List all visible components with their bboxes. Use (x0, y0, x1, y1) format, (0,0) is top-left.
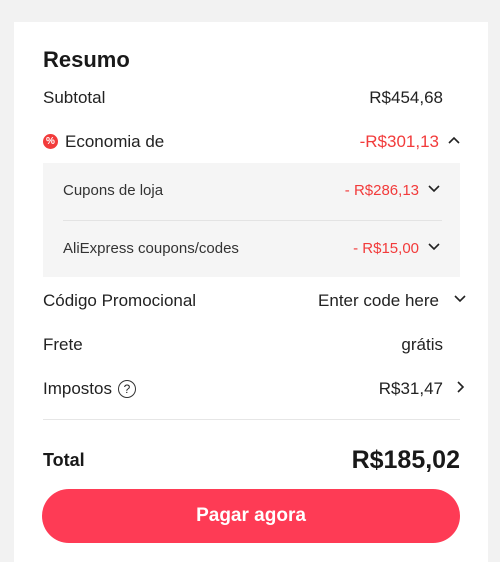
aliexpress-coupons-label: AliExpress coupons/codes (63, 240, 239, 257)
promo-code-row[interactable]: Código Promocional Enter code here (43, 287, 466, 317)
savings-breakdown: Cupons de loja - R$286,13 AliExpress cou… (43, 163, 460, 277)
taxes-value: R$31,47 (378, 379, 443, 398)
store-coupons-value: - R$286,13 (344, 182, 419, 199)
discount-icon: % (43, 134, 58, 149)
shipping-label: Frete (43, 335, 83, 354)
aliexpress-coupons-row[interactable]: AliExpress coupons/codes - R$15,00 (63, 233, 443, 263)
taxes-label-group: Impostos? (43, 379, 136, 399)
savings-value: -R$301,13 (359, 132, 439, 151)
order-summary-card: Resumo Subtotal R$454,68 % Economia de -… (14, 22, 488, 562)
taxes-label: Impostos (43, 379, 112, 398)
help-icon[interactable]: ? (117, 380, 136, 398)
chevron-up-icon[interactable] (445, 131, 463, 149)
promo-code-label: Código Promocional (43, 291, 197, 310)
chevron-down-icon[interactable] (451, 290, 469, 308)
shipping-value: grátis (401, 335, 443, 354)
pay-now-button[interactable]: Pagar agora (42, 489, 460, 543)
breakdown-divider (63, 220, 442, 221)
store-coupons-label: Cupons de loja (63, 182, 164, 199)
subtotal-value: R$454,68 (369, 88, 443, 107)
chevron-right-icon[interactable] (451, 378, 469, 396)
shipping-row: Frete grátis (43, 331, 463, 361)
summary-title: Resumo (43, 47, 130, 72)
chevron-down-icon[interactable] (425, 180, 443, 198)
total-value: R$185,02 (351, 446, 460, 474)
total-divider (43, 419, 460, 420)
taxes-row[interactable]: Impostos? R$31,47 (43, 375, 465, 405)
chevron-down-icon[interactable] (425, 238, 443, 256)
promo-code-input[interactable]: Enter code here (318, 291, 439, 311)
subtotal-row: Subtotal R$454,68 (43, 84, 463, 114)
savings-row[interactable]: % Economia de -R$301,13 (43, 128, 463, 158)
subtotal-label: Subtotal (43, 88, 106, 107)
store-coupons-row[interactable]: Cupons de loja - R$286,13 (63, 175, 443, 205)
aliexpress-coupons-value: - R$15,00 (353, 240, 419, 257)
total-label: Total (43, 450, 85, 470)
savings-label: Economia de (65, 132, 165, 151)
